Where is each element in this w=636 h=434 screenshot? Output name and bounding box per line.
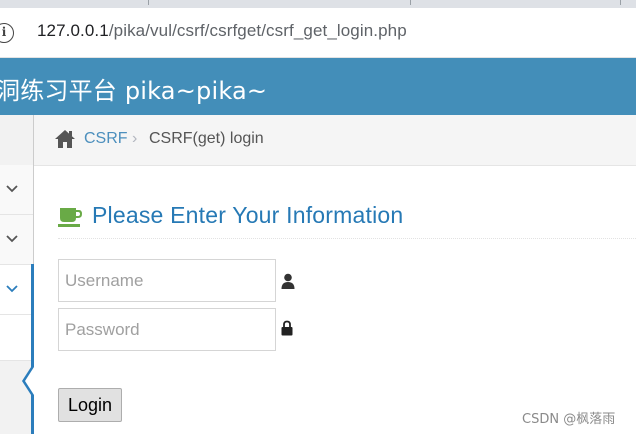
csdn-watermark: CSDN @枫落雨 (522, 412, 616, 427)
app-title[interactable]: 洞练习平台 pika~pika~ (0, 71, 267, 106)
tab-divider (620, 0, 621, 5)
user-icon (281, 273, 295, 289)
browser-tab-strip (0, 0, 636, 8)
breadcrumb-link-csrf[interactable]: CSRF (84, 130, 128, 148)
site-info-icon[interactable]: i (0, 23, 14, 43)
chevron-down-icon (6, 235, 18, 243)
sidebar-active-indicator (31, 264, 34, 434)
sidebar-item-1[interactable] (0, 165, 33, 215)
username-input[interactable] (58, 259, 276, 302)
sidebar-current-arrow-inner (25, 367, 34, 395)
url-text[interactable]: 127.0.0.1/pika/vul/csrf/csrfget/csrf_get… (37, 21, 407, 41)
sidebar-item-2[interactable] (0, 215, 33, 265)
sidebar-subitem[interactable] (0, 315, 33, 361)
page-title: Please Enter Your Information (92, 202, 404, 228)
url-host: 127.0.0.1 (37, 21, 109, 40)
lock-icon (281, 320, 293, 336)
sidebar-item-3-active[interactable] (0, 265, 33, 315)
url-path: /pika/vul/csrf/csrfget/csrf_get_login.ph… (108, 21, 407, 40)
page-header: Please Enter Your Information (58, 200, 636, 239)
tab-divider (410, 0, 411, 5)
address-bar[interactable]: i 127.0.0.1/pika/vul/csrf/csrfget/csrf_g… (0, 8, 636, 58)
breadcrumb: CSRF › CSRF(get) login (34, 115, 636, 166)
breadcrumb-current: CSRF(get) login (149, 130, 264, 147)
app-header: 洞练习平台 pika~pika~ (0, 58, 636, 115)
breadcrumb-separator-icon: › (132, 130, 138, 147)
password-input[interactable] (58, 308, 276, 351)
home-icon (55, 130, 75, 148)
login-button[interactable]: Login (58, 388, 122, 422)
tab-divider (148, 0, 149, 5)
coffee-icon (58, 208, 82, 227)
chevron-down-icon (6, 185, 18, 193)
chevron-down-icon (6, 285, 18, 293)
